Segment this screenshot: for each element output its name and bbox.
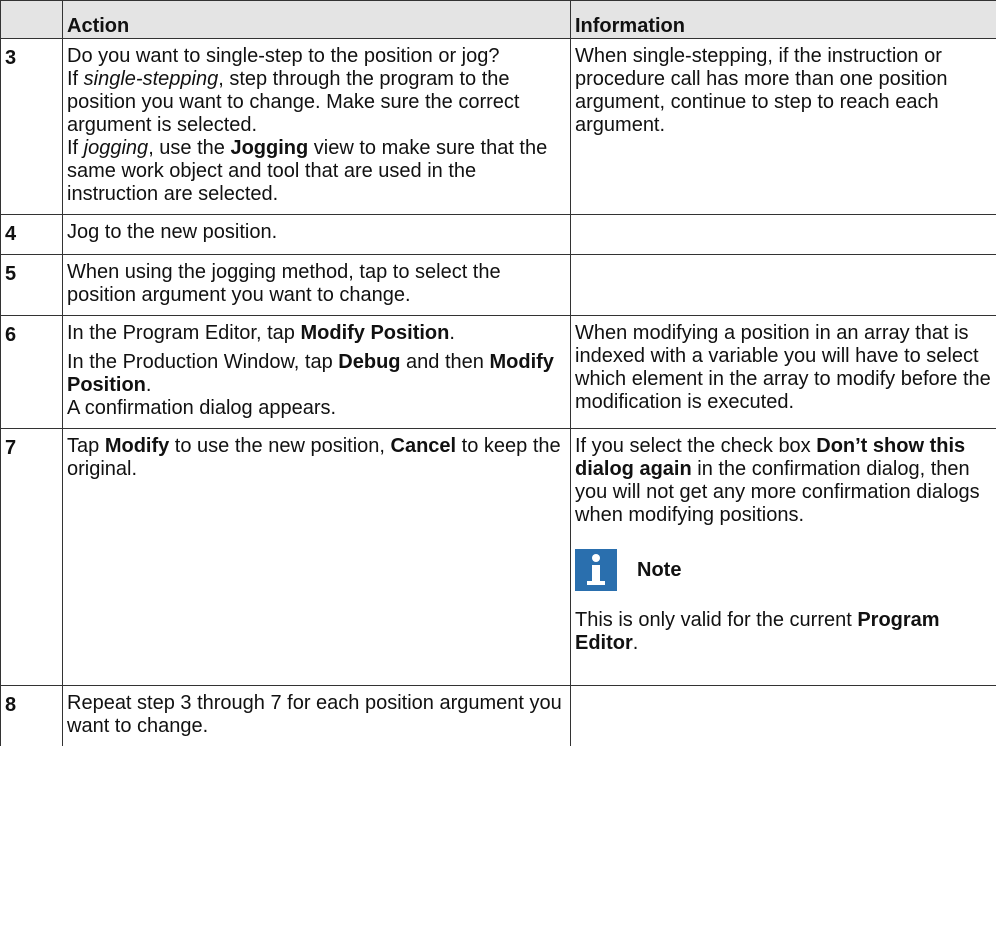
action-text: If jogging, use the Jogging view to make… [67, 137, 548, 205]
procedure-table: Action Information 3 Do you want to sing… [0, 0, 996, 746]
info-text: If you select the check box Don’t show t… [575, 435, 980, 526]
table-row: 3 Do you want to single-step to the posi… [0, 38, 996, 215]
action-text: In the Production Window, tap Debug and … [67, 351, 554, 396]
table-header-row: Action Information [0, 0, 996, 39]
info-cell [570, 685, 996, 746]
action-cell: Jog to the new position. [62, 214, 571, 255]
bold-text: Debug [338, 351, 401, 373]
info-icon [575, 549, 617, 591]
action-cell: Do you want to single-step to the positi… [62, 38, 571, 215]
note-label: Note [637, 558, 682, 581]
info-cell: If you select the check box Don’t show t… [570, 428, 996, 686]
table-row: 7 Tap Modify to use the new position, Ca… [0, 428, 996, 686]
table-row: 8 Repeat step 3 through 7 for each posit… [0, 685, 996, 746]
step-number: 4 [0, 214, 63, 255]
step-number: 3 [0, 38, 63, 215]
action-text: If single-stepping, step through the pro… [67, 68, 520, 136]
info-cell: When modifying a position in an array th… [570, 315, 996, 429]
header-information: Information [570, 0, 996, 39]
action-text: Tap Modify to use the new position, Canc… [67, 435, 561, 480]
emphasis-text: jogging [83, 137, 149, 159]
info-text: When single-stepping, if the instruction… [575, 45, 948, 136]
action-cell: In the Program Editor, tap Modify Positi… [62, 315, 571, 429]
header-action: Action [62, 0, 571, 39]
info-text: When modifying a position in an array th… [575, 322, 991, 413]
emphasis-text: single-stepping [83, 68, 219, 90]
action-text: In the Program Editor, tap Modify Positi… [67, 322, 455, 344]
bold-text: Cancel [390, 435, 457, 457]
step-number: 6 [0, 315, 63, 429]
table-row: 6 In the Program Editor, tap Modify Posi… [0, 315, 996, 429]
step-number: 7 [0, 428, 63, 686]
bold-text: Jogging [230, 137, 309, 159]
note-text: This is only valid for the current Progr… [575, 609, 940, 654]
table-row: 4 Jog to the new position. [0, 214, 996, 255]
action-text: Do you want to single-step to the positi… [67, 45, 500, 67]
table-row: 5 When using the jogging method, tap to … [0, 254, 996, 316]
action-text: A confirmation dialog appears. [67, 397, 337, 419]
info-cell: When single-stepping, if the instruction… [570, 38, 996, 215]
action-cell: Repeat step 3 through 7 for each positio… [62, 685, 571, 746]
bold-text: Modify Position [300, 322, 450, 344]
note-block: Note [575, 549, 996, 591]
step-number: 8 [0, 685, 63, 746]
header-step [0, 0, 63, 39]
info-cell [570, 214, 996, 255]
step-number: 5 [0, 254, 63, 316]
bold-text: Modify [104, 435, 170, 457]
info-cell [570, 254, 996, 316]
action-cell: When using the jogging method, tap to se… [62, 254, 571, 316]
action-cell: Tap Modify to use the new position, Canc… [62, 428, 571, 686]
